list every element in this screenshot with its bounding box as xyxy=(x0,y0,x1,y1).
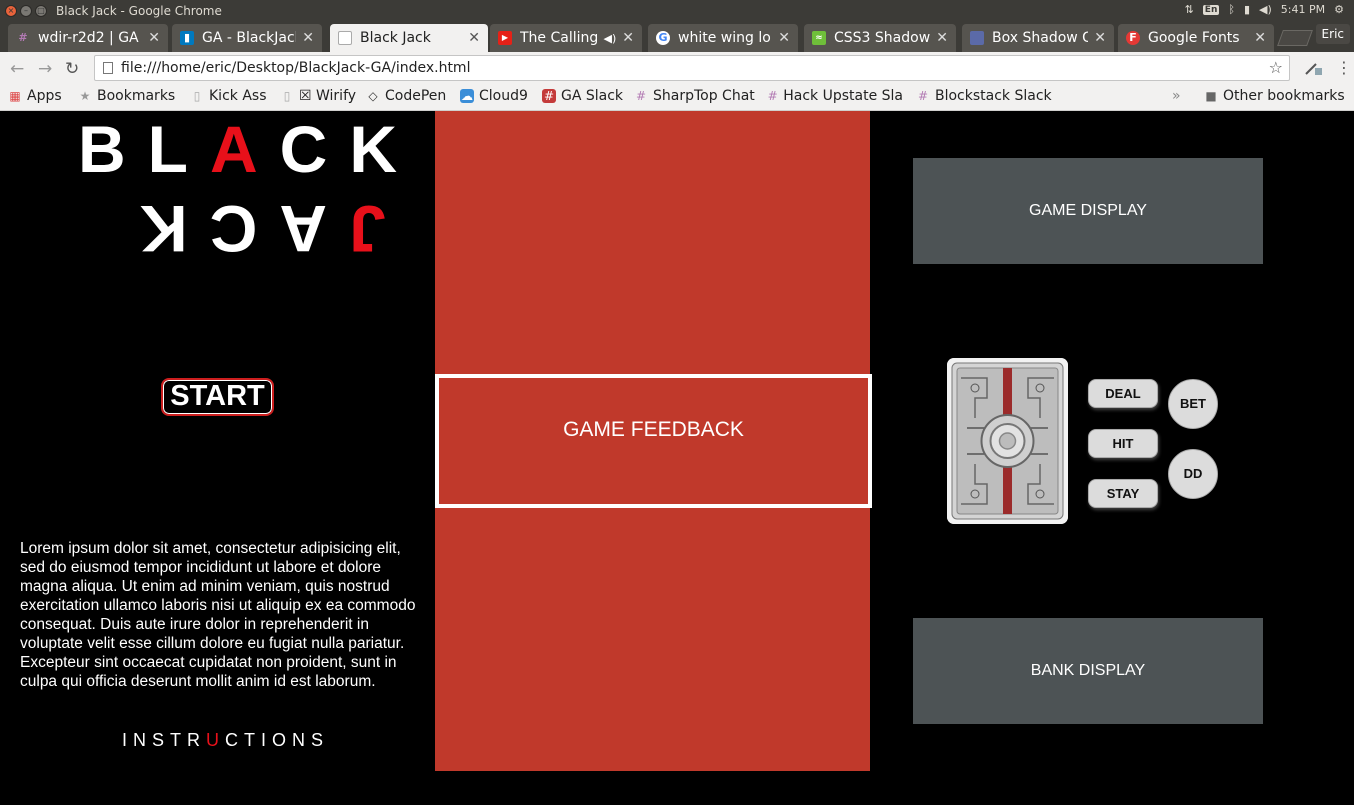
star-icon: ★ xyxy=(79,89,91,103)
window-close-icon[interactable]: × xyxy=(5,5,17,17)
close-tab-icon[interactable]: ✕ xyxy=(1094,30,1106,46)
system-tray: ⇅ En ᛒ ▮ ◀) 5:41 PM ⚙ xyxy=(1185,3,1344,16)
game-page: BLACK JACK START Lorem ipsum dolor sit a… xyxy=(0,111,1354,805)
instructions-heading[interactable]: INSTRUCTIONS xyxy=(122,730,329,751)
window-maximize-icon[interactable]: □ xyxy=(35,5,47,17)
game-feedback-panel: GAME FEEDBACK xyxy=(435,374,872,508)
close-tab-icon[interactable]: ✕ xyxy=(1254,30,1266,46)
bookmark-ga-slack[interactable]: # GA Slack xyxy=(542,88,623,104)
bluetooth-icon[interactable]: ᛒ xyxy=(1228,3,1235,16)
close-tab-icon[interactable]: ✕ xyxy=(936,30,948,46)
settings-gear-icon[interactable]: ⚙ xyxy=(1334,3,1344,16)
codepen-icon: ◇ xyxy=(368,89,378,103)
close-tab-icon[interactable]: ✕ xyxy=(468,30,480,46)
bookmark-bookmarks[interactable]: ★ Bookmarks xyxy=(78,88,176,104)
reload-icon[interactable]: ↻ xyxy=(65,59,79,79)
page-icon xyxy=(338,31,352,45)
bank-display-panel: BANK DISPLAY xyxy=(913,618,1263,724)
bookmark-wirify[interactable]: ▯ ☒ Wirify xyxy=(280,88,356,104)
tab-google-fonts[interactable]: F Google Fonts ✕ xyxy=(1118,24,1274,52)
speaker-icon[interactable]: ◀) xyxy=(604,32,617,45)
bookmarks-bar: ▦ Apps ★ Bookmarks ▯ Kick Ass ▯ ☒ Wirify… xyxy=(0,84,1354,111)
os-title-bar: × – □ Black Jack - Google Chrome ⇅ En ᛒ … xyxy=(0,0,1354,22)
tab-box-shadow[interactable]: Box Shadow G ✕ xyxy=(962,24,1114,52)
bookmark-cloud9[interactable]: ☁ Cloud9 xyxy=(460,88,528,104)
tab-black-jack[interactable]: Black Jack ✕ xyxy=(330,24,488,52)
slack-hash-icon: # xyxy=(18,31,28,44)
apps-grid-icon: ▦ xyxy=(9,89,21,103)
volume-icon[interactable]: ◀) xyxy=(1259,3,1272,16)
tab-white-wing[interactable]: G white wing lo ✕ xyxy=(648,24,798,52)
instructions-text: Lorem ipsum dolor sit amet, consectetur … xyxy=(20,540,416,690)
window-controls: × – □ xyxy=(5,5,47,17)
youtube-icon: ▶ xyxy=(498,31,512,45)
new-tab-button[interactable] xyxy=(1277,30,1313,46)
hit-button[interactable]: HIT xyxy=(1088,429,1158,458)
keyboard-layout[interactable]: En xyxy=(1202,4,1220,15)
chrome-menu-icon[interactable]: ⋮ xyxy=(1336,58,1352,77)
bookmarks-overflow-icon[interactable]: » xyxy=(1172,88,1181,104)
trello-icon: ▮ xyxy=(180,31,194,45)
profile-button[interactable]: Eric xyxy=(1315,24,1350,44)
logo-jack: JACK xyxy=(118,192,386,266)
folder-icon: ■ xyxy=(1205,89,1217,103)
close-tab-icon[interactable]: ✕ xyxy=(778,30,790,46)
card-back xyxy=(947,358,1068,524)
network-icon[interactable]: ⇅ xyxy=(1185,3,1194,16)
address-url: file:///home/eric/Desktop/BlackJack-GA/i… xyxy=(121,60,471,76)
browser-toolbar: ← → ↻ file:///home/eric/Desktop/BlackJac… xyxy=(0,52,1354,84)
css3-shadow-icon: ≈ xyxy=(812,31,826,45)
slack-hash-icon: # xyxy=(917,89,929,103)
bookmark-blockstack-slack[interactable]: # Blockstack Slack xyxy=(916,88,1052,104)
slack-hash-icon: # xyxy=(635,89,647,103)
google-icon: G xyxy=(656,31,670,45)
stay-button[interactable]: STAY xyxy=(1088,479,1158,508)
browser-tab-strip: # wdir-r2d2 | GA ✕ ▮ GA - BlackJack ✕ Bl… xyxy=(0,22,1354,52)
close-tab-icon[interactable]: ✕ xyxy=(148,30,160,46)
address-bar[interactable]: file:///home/eric/Desktop/BlackJack-GA/i… xyxy=(94,55,1290,81)
tab-wdir-r2d2[interactable]: # wdir-r2d2 | GA ✕ xyxy=(8,24,168,52)
card-back-image xyxy=(947,358,1068,524)
window-minimize-icon[interactable]: – xyxy=(20,5,32,17)
bookmark-codepen[interactable]: ◇ CodePen xyxy=(366,88,446,104)
window-title: Black Jack - Google Chrome xyxy=(56,4,222,18)
bookmark-sharptop-chat[interactable]: # SharpTop Chat xyxy=(634,88,755,104)
close-tab-icon[interactable]: ✕ xyxy=(302,30,314,46)
slack-hash-icon: # xyxy=(767,89,778,103)
bookmark-other-bookmarks[interactable]: ■ Other bookmarks xyxy=(1204,88,1344,104)
game-display-panel: GAME DISPLAY xyxy=(913,158,1263,264)
logo-black: BLACK xyxy=(78,112,419,186)
clock[interactable]: 5:41 PM xyxy=(1281,3,1325,16)
page-info-icon[interactable] xyxy=(103,62,113,74)
tab-css3-shadow[interactable]: ≈ CSS3 Shadow ✕ xyxy=(804,24,956,52)
bet-button[interactable]: BET xyxy=(1168,379,1218,429)
cloud9-icon: ☁ xyxy=(460,89,474,103)
bookmark-hack-upstate[interactable]: # Hack Upstate Sla xyxy=(767,88,903,104)
tab-the-calling[interactable]: ▶ The Calling ◀) ✕ xyxy=(490,24,642,52)
page-icon: ▯ xyxy=(193,89,201,103)
back-arrow-icon[interactable]: ← xyxy=(10,59,24,79)
tab-ga-blackjack[interactable]: ▮ GA - BlackJack ✕ xyxy=(172,24,322,52)
eyedropper-extension-icon[interactable] xyxy=(1304,60,1322,76)
slack-hash-icon: # xyxy=(542,89,556,103)
deal-button[interactable]: DEAL xyxy=(1088,379,1158,408)
bookmark-kick-ass[interactable]: ▯ Kick Ass xyxy=(190,88,267,104)
page-icon: ▯ xyxy=(283,89,291,103)
bookmark-apps[interactable]: ▦ Apps xyxy=(8,88,61,104)
bookmark-star-icon[interactable]: ☆ xyxy=(1269,56,1283,80)
forward-arrow-icon[interactable]: → xyxy=(38,59,52,79)
battery-icon[interactable]: ▮ xyxy=(1244,3,1250,16)
start-button[interactable]: START xyxy=(161,378,274,416)
box-shadow-icon xyxy=(970,31,984,45)
double-down-button[interactable]: DD xyxy=(1168,449,1218,499)
google-fonts-icon: F xyxy=(1126,31,1140,45)
close-tab-icon[interactable]: ✕ xyxy=(622,30,634,46)
